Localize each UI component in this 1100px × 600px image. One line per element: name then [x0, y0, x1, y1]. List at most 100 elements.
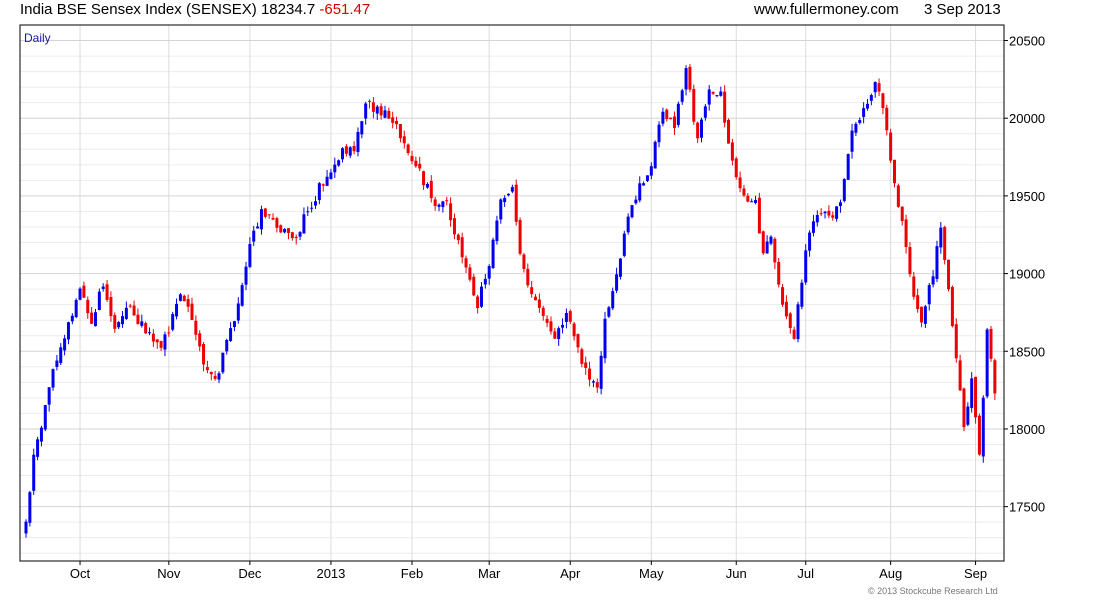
candle-body: [877, 83, 881, 92]
candle-body: [364, 103, 368, 119]
candle-body: [314, 201, 317, 206]
candle-body: [676, 103, 680, 125]
candle-body: [333, 164, 337, 173]
candle-body: [954, 324, 958, 359]
candle-body: [464, 258, 468, 268]
x-tick-label: Jul: [797, 566, 814, 581]
candle-body: [827, 210, 831, 216]
candle-body: [966, 406, 970, 425]
candle-body: [449, 203, 453, 221]
candle-body: [379, 106, 383, 116]
y-tick-label: 17500: [1009, 500, 1045, 515]
candle-body: [86, 299, 90, 314]
candle-body: [468, 267, 472, 280]
candle-body: [128, 305, 132, 307]
candle-body: [869, 95, 873, 101]
plot-frame: [19, 24, 1005, 562]
candle-body: [742, 188, 746, 196]
candle-body: [672, 116, 676, 128]
candle-body: [329, 172, 333, 180]
candle-body: [360, 121, 364, 135]
candle-body: [804, 250, 808, 283]
candle-body: [530, 287, 534, 295]
candle-body: [761, 231, 765, 254]
x-tick-label: Nov: [157, 566, 181, 581]
candle-body: [387, 110, 391, 119]
candle-body: [472, 276, 476, 296]
candle-body: [476, 296, 480, 309]
candle-body: [684, 68, 688, 90]
candle-body: [765, 241, 769, 254]
candle-body: [819, 213, 823, 215]
candle-body: [398, 124, 402, 139]
candle-body: [495, 220, 499, 242]
candle-body: [155, 339, 159, 343]
candle-body: [221, 352, 225, 373]
candle-body: [441, 201, 445, 208]
candle-body: [734, 158, 738, 178]
candle-body: [321, 184, 325, 186]
candle-body: [808, 232, 812, 251]
candle-body: [719, 91, 723, 96]
candle-body: [831, 215, 835, 218]
candle-body: [893, 159, 896, 184]
y-tick-label: 19000: [1009, 267, 1045, 282]
candle-body: [788, 313, 792, 328]
candle-body: [433, 199, 437, 207]
candle-body: [70, 315, 74, 322]
candle-body: [904, 219, 908, 247]
candle-body: [580, 349, 584, 364]
candle-body: [800, 282, 804, 307]
candle-body: [182, 295, 186, 302]
candle-body: [854, 123, 858, 133]
candle-body: [889, 132, 893, 161]
candle-body: [445, 200, 449, 202]
candle-body: [317, 183, 321, 201]
candle-body: [711, 92, 715, 94]
candle-body: [167, 332, 171, 334]
candle-body: [499, 199, 503, 220]
candle-body: [846, 154, 850, 180]
candle-body: [611, 291, 615, 309]
candle-body: [730, 142, 734, 161]
candle-body: [943, 227, 947, 261]
candle-body: [325, 176, 329, 186]
candle-body: [993, 360, 997, 394]
candle-body: [692, 89, 696, 122]
period-label: Daily: [24, 31, 51, 45]
candle-body: [777, 261, 781, 285]
candle-body: [252, 230, 256, 242]
candle-body: [862, 108, 866, 117]
candle-body: [738, 177, 742, 189]
candle-body: [283, 229, 287, 233]
axes: 17500 18000 18500 19000 19500 20000 20500 Oct No…: [70, 34, 1045, 581]
candle-body: [483, 278, 487, 285]
candle-body: [634, 199, 638, 204]
grid: [20, 24, 1004, 561]
candle-body: [622, 233, 626, 256]
candle-body: [93, 312, 97, 327]
candle-body: [55, 360, 59, 367]
candle-body: [545, 318, 549, 323]
candle-body: [460, 237, 464, 258]
candle-body: [568, 311, 572, 322]
candle-body: [784, 301, 788, 317]
candle-body: [337, 160, 341, 166]
candle-body: [522, 254, 526, 269]
candle-body: [59, 347, 63, 364]
candles: [24, 64, 997, 538]
candle-body: [391, 117, 395, 123]
candle-body: [557, 328, 561, 340]
candle-body: [410, 155, 414, 162]
candle-body: [383, 110, 387, 118]
candle-body: [456, 234, 460, 241]
copyright-note: © 2013 Stockcube Research Ltd: [868, 586, 998, 596]
candle-body: [977, 415, 981, 455]
candle-body: [615, 274, 619, 291]
candle-body: [970, 378, 974, 408]
candle-body: [425, 183, 429, 188]
candle-body: [82, 285, 86, 298]
candle-body: [375, 106, 379, 114]
candle-body: [159, 341, 163, 348]
candle-body: [63, 338, 67, 351]
